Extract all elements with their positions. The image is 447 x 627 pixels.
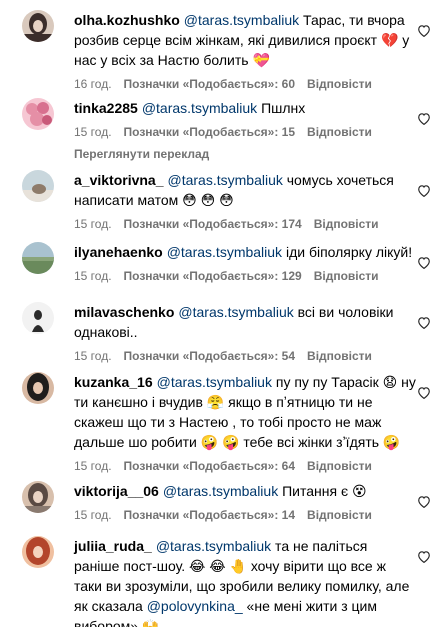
comment-meta: 15 год. Позначки «Подобається»: 54 Відпо… — [74, 348, 416, 364]
comment-content: Пшлнх — [257, 100, 306, 116]
mention-link[interactable]: @polovynkina_ — [147, 598, 243, 614]
username-link[interactable]: juliia_ruda_ — [74, 538, 152, 554]
timestamp[interactable]: 15 год. — [74, 268, 112, 284]
username-link[interactable]: viktorija__06 — [74, 483, 159, 499]
comment-body: a_viktorivna_ @taras.tsymbaliuk чомусь хо… — [74, 170, 416, 232]
avatar[interactable] — [22, 98, 54, 130]
see-translation-link[interactable]: Переглянути переклад — [74, 146, 416, 162]
comment-text: kuzanka_16 @taras.tsymbaliuk пу пу пу Тар… — [74, 372, 416, 452]
username-link[interactable]: ilyanehaenko — [74, 244, 163, 260]
likes-count[interactable]: Позначки «Подобається»: 174 — [124, 216, 302, 232]
reply-button[interactable]: Відповісти — [307, 348, 372, 364]
comment-meta: 15 год. Позначки «Подобається»: 174 Відп… — [74, 216, 416, 232]
timestamp[interactable]: 15 год. — [74, 216, 112, 232]
mention-link[interactable]: @taras.tsymbaliuk — [163, 483, 278, 499]
avatar[interactable] — [22, 481, 54, 513]
comment-meta: 15 год. Позначки «Подобається»: 129 Відп… — [74, 268, 416, 284]
timestamp[interactable]: 15 год. — [74, 458, 112, 474]
username-link[interactable]: kuzanka_16 — [74, 374, 153, 390]
timestamp[interactable]: 15 год. — [74, 507, 112, 523]
comment-meta: 16 год. Позначки «Подобається»: 60 Відпо… — [74, 76, 416, 92]
like-heart-icon[interactable] — [417, 184, 431, 197]
comment-content: іди біполярку лікуй! — [282, 244, 413, 260]
reply-button[interactable]: Відповісти — [314, 268, 379, 284]
avatar[interactable] — [22, 302, 54, 334]
likes-count[interactable]: Позначки «Подобається»: 60 — [124, 76, 295, 92]
comment-text: ilyanehaenko @taras.tsymbaliuk іди біполя… — [74, 242, 416, 262]
like-heart-icon[interactable] — [417, 112, 431, 125]
likes-count[interactable]: Позначки «Подобається»: 129 — [124, 268, 302, 284]
comment-meta: 15 год. Позначки «Подобається»: 15 Відпо… — [74, 124, 416, 140]
comment-body: olha.kozhushko @taras.tsymbaliuk Тарас, т… — [74, 10, 416, 92]
likes-count[interactable]: Позначки «Подобається»: 54 — [124, 348, 295, 364]
comment-text: viktorija__06 @taras.tsymbaliuk Питання є… — [74, 481, 416, 501]
reply-button[interactable]: Відповісти — [314, 216, 379, 232]
like-heart-icon[interactable] — [417, 24, 431, 37]
reply-button[interactable]: Відповісти — [307, 507, 372, 523]
avatar[interactable] — [22, 242, 54, 274]
avatar[interactable] — [22, 372, 54, 404]
username-link[interactable]: milavaschenko — [74, 304, 174, 320]
comment-body: ilyanehaenko @taras.tsymbaliuk іди біполя… — [74, 242, 416, 284]
comment-text: tinka2285 @taras.tsymbaliuk Пшлнх — [74, 98, 416, 118]
likes-count[interactable]: Позначки «Подобається»: 64 — [124, 458, 295, 474]
timestamp[interactable]: 15 год. — [74, 348, 112, 364]
like-heart-icon[interactable] — [417, 316, 431, 329]
like-heart-icon[interactable] — [417, 550, 431, 563]
mention-link[interactable]: @taras.tsymbaliuk — [156, 538, 271, 554]
comment-body: juliia_ruda_ @taras.tsymbaliuk та не палі… — [74, 536, 416, 627]
mention-link[interactable]: @taras.tsymbaliuk — [184, 12, 299, 28]
like-heart-icon[interactable] — [417, 386, 431, 399]
timestamp[interactable]: 15 год. — [74, 124, 112, 140]
comment-text: olha.kozhushko @taras.tsymbaliuk Тарас, т… — [74, 10, 416, 70]
avatar[interactable] — [22, 10, 54, 42]
comment-text: juliia_ruda_ @taras.tsymbaliuk та не палі… — [74, 536, 416, 627]
reply-button[interactable]: Відповісти — [307, 76, 372, 92]
comment-body: tinka2285 @taras.tsymbaliuk Пшлнх 15 год.… — [74, 98, 416, 162]
comment-meta: 15 год. Позначки «Подобається»: 14 Відпо… — [74, 507, 416, 523]
mention-link[interactable]: @taras.tsymbaliuk — [167, 244, 282, 260]
comments-page: { "labels": { "likes_prefix": "Позначки … — [0, 0, 447, 627]
username-link[interactable]: tinka2285 — [74, 100, 138, 116]
reply-button[interactable]: Відповісти — [307, 124, 372, 140]
comment-body: viktorija__06 @taras.tsymbaliuk Питання є… — [74, 481, 416, 523]
avatar[interactable] — [22, 170, 54, 202]
likes-count[interactable]: Позначки «Подобається»: 15 — [124, 124, 295, 140]
comment-body: milavaschenko @taras.tsymbaliuk всі ви чо… — [74, 302, 416, 364]
mention-link[interactable]: @taras.tsymbaliuk — [178, 304, 293, 320]
timestamp[interactable]: 16 год. — [74, 76, 112, 92]
mention-link[interactable]: @taras.tsymbaliuk — [168, 172, 283, 188]
avatar[interactable] — [22, 536, 54, 568]
like-heart-icon[interactable] — [417, 256, 431, 269]
mention-link[interactable]: @taras.tsymbaliuk — [157, 374, 272, 390]
username-link[interactable]: a_viktorivna_ — [74, 172, 164, 188]
reply-button[interactable]: Відповісти — [307, 458, 372, 474]
like-heart-icon[interactable] — [417, 495, 431, 508]
mention-link[interactable]: @taras.tsymbaliuk — [142, 100, 257, 116]
comment-content: Питання є 😵 — [278, 483, 367, 499]
comment-body: kuzanka_16 @taras.tsymbaliuk пу пу пу Тар… — [74, 372, 416, 474]
comment-text: a_viktorivna_ @taras.tsymbaliuk чомусь хо… — [74, 170, 416, 210]
likes-count[interactable]: Позначки «Подобається»: 14 — [124, 507, 295, 523]
comment-text: milavaschenko @taras.tsymbaliuk всі ви чо… — [74, 302, 416, 342]
username-link[interactable]: olha.kozhushko — [74, 12, 180, 28]
comment-meta: 15 год. Позначки «Подобається»: 64 Відпо… — [74, 458, 416, 474]
